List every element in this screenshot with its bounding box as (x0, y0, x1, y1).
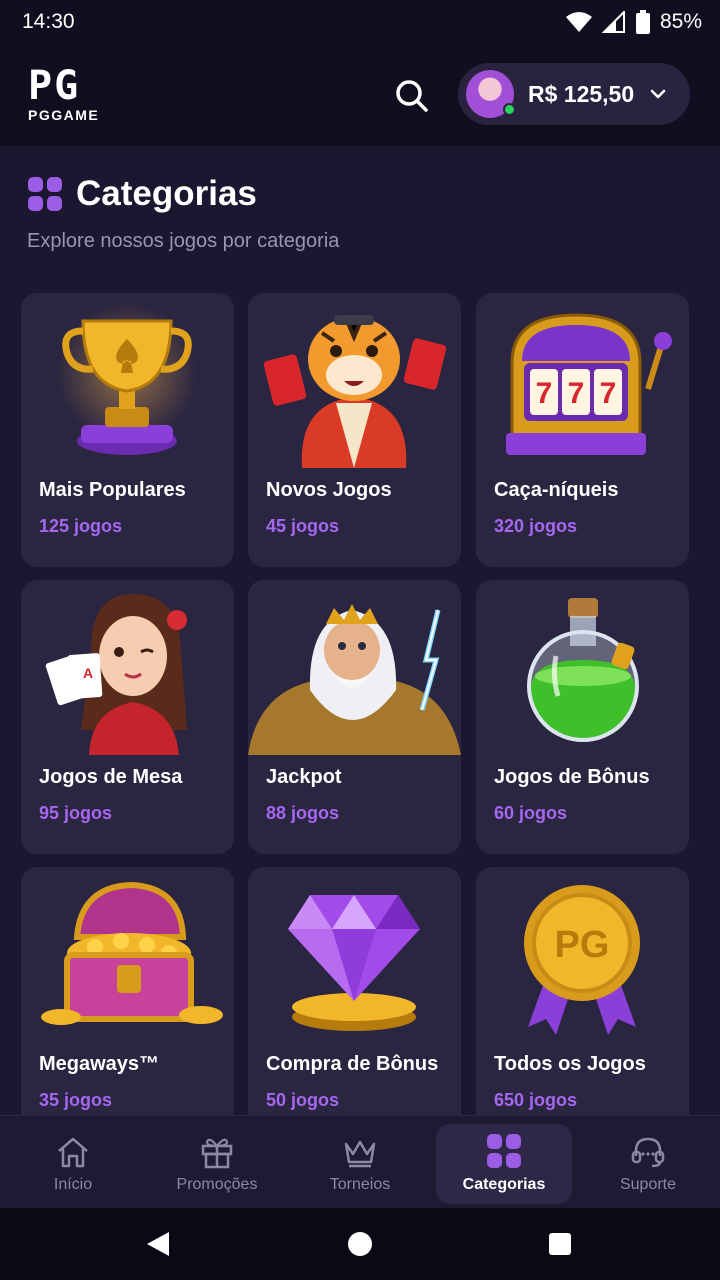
page-title: Categorias (76, 174, 257, 213)
online-dot (503, 103, 516, 116)
nav-item-torneios[interactable]: Torneios (292, 1124, 428, 1204)
category-card-jogos-de-bonus[interactable]: Jogos de Bônus 60 jogos (476, 580, 689, 854)
chevron-down-icon (650, 89, 666, 99)
svg-text:7: 7 (568, 377, 585, 410)
logo-text: PGGAME (28, 107, 100, 123)
trophy-image (57, 303, 197, 455)
category-count: 45 jogos (266, 516, 340, 536)
status-bar: 14:30 85% (0, 0, 720, 44)
potion-image (527, 598, 639, 742)
category-count: 95 jogos (39, 803, 113, 823)
nav-label: Suporte (619, 1176, 677, 1193)
balance-dropdown[interactable]: R$ 125,50 (458, 63, 690, 125)
nav-item-categorias[interactable]: Categorias (436, 1124, 572, 1204)
category-card-mais-populares[interactable]: Mais Populares 125 jogos (21, 293, 234, 567)
battery-percent: 85% (659, 10, 702, 33)
search-icon (396, 80, 428, 112)
category-count: 50 jogos (266, 1090, 340, 1110)
category-name: Caça-níqueis (494, 479, 619, 501)
nav-label: Promoções (176, 1176, 258, 1193)
avatar[interactable] (466, 70, 516, 118)
gift-icon (201, 1138, 233, 1169)
category-name: Mais Populares (39, 479, 186, 501)
search-button[interactable] (392, 76, 432, 116)
category-count: 88 jogos (266, 803, 340, 823)
crown-icon (344, 1140, 376, 1168)
category-count: 320 jogos (494, 516, 578, 536)
status-time: 14:30 (22, 10, 75, 33)
app-header: PG PGGAME R$ 125,50 (0, 44, 720, 146)
page-subtitle: Explore nossos jogos por categoria (27, 230, 340, 252)
nav-label: Início (53, 1176, 93, 1193)
diamond-image (288, 895, 420, 1031)
balance-amount: R$ 125,50 (528, 80, 635, 107)
nav-label: Categorias (462, 1176, 546, 1193)
pg-medal-image: PG (524, 885, 640, 1035)
category-count: 60 jogos (494, 803, 568, 823)
tiger-image (263, 315, 447, 468)
recents-icon[interactable] (548, 1232, 572, 1256)
category-card-megaways[interactable]: Megaways™ 35 jogos (21, 867, 234, 1116)
category-count: 650 jogos (494, 1090, 578, 1110)
category-name: Jogos de Bônus (494, 766, 650, 788)
page-header: Categorias (28, 174, 257, 214)
category-name: Compra de Bônus (266, 1053, 439, 1075)
card-girl-image: A (45, 594, 187, 755)
category-count: 35 jogos (39, 1090, 113, 1110)
home-circle-icon[interactable] (347, 1231, 373, 1257)
logo-mark: PG (28, 63, 81, 109)
category-card-jogos-de-mesa[interactable]: A Jogos de Mesa 95 jogos (21, 580, 234, 854)
category-count: 125 jogos (39, 516, 123, 536)
slot-machine-image: 7 7 7 (506, 313, 672, 455)
back-icon[interactable] (145, 1230, 171, 1258)
zeus-image (248, 604, 461, 755)
category-card-todos-os-jogos[interactable]: PG Todos os Jogos 650 jogos (476, 867, 689, 1116)
headset-icon (631, 1137, 665, 1168)
treasure-chest-image (41, 881, 223, 1025)
bottom-nav: Início Promoções Torneios Categorias Sup… (0, 1115, 720, 1208)
category-card-compra-de-bonus[interactable]: Compra de Bônus 50 jogos (248, 867, 461, 1116)
status-icons: 85% (565, 10, 702, 34)
category-card-novos-jogos[interactable]: Novos Jogos 45 jogos (248, 293, 461, 567)
wifi-icon (565, 12, 592, 32)
nav-label: Torneios (329, 1176, 391, 1193)
grid-icon (28, 177, 62, 211)
medal-text: PG (555, 924, 610, 966)
main-content: Categorias Explore nossos jogos por cate… (0, 146, 720, 1116)
signal-icon (601, 11, 625, 33)
nav-item-suporte[interactable]: Suporte (580, 1124, 716, 1204)
category-name: Jogos de Mesa (39, 766, 183, 788)
battery-icon (635, 10, 650, 34)
category-name: Todos os Jogos (494, 1053, 646, 1075)
svg-text:7: 7 (600, 377, 617, 410)
svg-text:7: 7 (536, 377, 553, 410)
category-card-jackpot[interactable]: Jackpot 88 jogos (248, 580, 461, 854)
category-name: Jackpot (266, 766, 342, 788)
category-name: Novos Jogos (266, 479, 392, 501)
nav-item-promocoes[interactable]: Promoções (149, 1124, 285, 1204)
nav-item-inicio[interactable]: Início (5, 1124, 141, 1204)
svg-text:A: A (83, 665, 93, 681)
category-card-caca-niqueis[interactable]: 7 7 7 Caça-níqueis 320 jogos (476, 293, 689, 567)
home-icon (58, 1137, 88, 1168)
category-name: Megaways™ (39, 1053, 160, 1075)
system-nav-bar (0, 1208, 720, 1280)
pg-logo[interactable]: PG PGGAME (28, 63, 100, 123)
grid-icon (487, 1134, 521, 1168)
